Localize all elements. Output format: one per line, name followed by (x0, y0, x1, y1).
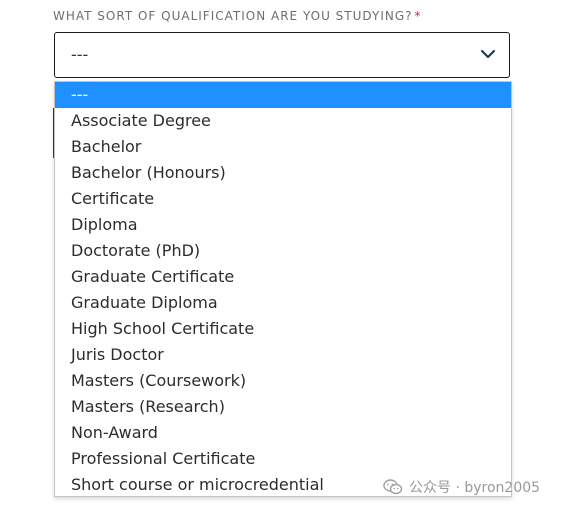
dropdown-option[interactable]: Bachelor (Honours) (55, 160, 511, 186)
watermark: 公众号 · byron2005 (383, 477, 540, 497)
chevron-down-icon[interactable] (480, 48, 496, 60)
dropdown-option[interactable]: Graduate Diploma (55, 290, 511, 316)
dropdown-option[interactable]: Masters (Research) (55, 394, 511, 420)
wechat-icon (383, 479, 403, 495)
dropdown-option[interactable]: Diploma (55, 212, 511, 238)
dropdown-option[interactable]: Professional Certificate (55, 446, 511, 472)
required-marker: * (414, 9, 422, 23)
dropdown-option[interactable]: Bachelor (55, 134, 511, 160)
watermark-text: 公众号 · byron2005 (409, 480, 541, 496)
dropdown-option[interactable]: Masters (Coursework) (55, 368, 511, 394)
dropdown-option[interactable]: Juris Doctor (55, 342, 511, 368)
dropdown-option[interactable]: High School Certificate (55, 316, 511, 342)
qualification-select[interactable]: --- (54, 32, 510, 78)
qualification-options-list[interactable]: --- Associate Degree Bachelor Bachelor (Hon… (54, 81, 512, 497)
dropdown-option[interactable]: Certificate (55, 186, 511, 212)
dropdown-option[interactable]: --- (55, 82, 511, 108)
select-current-value: --- (71, 45, 89, 64)
dropdown-option[interactable]: Non-Award (55, 420, 511, 446)
dropdown-option[interactable]: Graduate Certificate (55, 264, 511, 290)
dropdown-option[interactable]: Associate Degree (55, 108, 511, 134)
dropdown-option[interactable]: Doctorate (PhD) (55, 238, 511, 264)
qualification-label: WHAT SORT OF QUALIFICATION ARE YOU STUDY… (53, 9, 422, 23)
qualification-label-text: WHAT SORT OF QUALIFICATION ARE YOU STUDY… (53, 9, 413, 23)
